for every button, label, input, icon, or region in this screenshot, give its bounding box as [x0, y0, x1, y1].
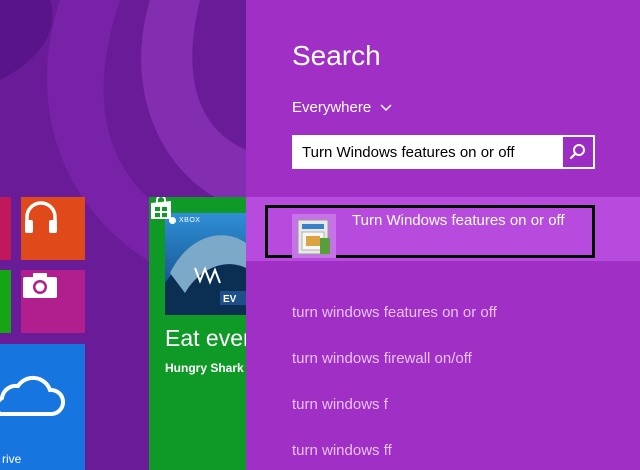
search-input[interactable]: [292, 136, 563, 168]
suggestion-item[interactable]: turn windows firewall on/off: [292, 350, 472, 367]
tile-hungry-shark[interactable]: EV XBOX Eat ever Hungry Shark: [149, 197, 246, 470]
search-charm-panel: Search Everywhere Turn Windows features …: [246, 0, 640, 470]
svg-text:EV: EV: [223, 294, 237, 305]
camera-icon: [23, 273, 57, 298]
headphones-icon: [25, 201, 57, 233]
tile-music[interactable]: [21, 197, 85, 260]
control-panel-icon: [292, 214, 336, 258]
shark-artwork: EV: [165, 235, 246, 315]
game-artwork: EV XBOX: [165, 213, 246, 315]
tile-camera[interactable]: [21, 270, 85, 333]
xbox-label: XBOX: [179, 217, 201, 224]
suggestion-item[interactable]: turn windows ff: [292, 442, 392, 459]
game-tile-subtitle: Hungry Shark: [165, 361, 244, 375]
search-button[interactable]: [563, 137, 593, 167]
search-scope-dropdown[interactable]: Everywhere: [292, 99, 392, 116]
suggestion-text: turn windows ff: [292, 442, 392, 459]
top-result-label: Turn Windows features on or off: [352, 212, 565, 229]
start-screen: rive EV XBOX Eat ever Hungry Shark: [0, 0, 246, 470]
tile-onedrive[interactable]: rive: [0, 344, 85, 470]
search-title: Search: [292, 40, 381, 71]
suggestion-text: turn windows features on or off: [292, 304, 497, 321]
suggestion-item[interactable]: turn windows features on or off: [292, 304, 497, 321]
search-box: [292, 135, 595, 169]
cloud-icon: [0, 375, 65, 416]
chevron-down-icon: [380, 103, 392, 111]
xbox-badge: XBOX: [169, 217, 200, 224]
tile-partial-green[interactable]: [0, 270, 11, 333]
search-scope-label: Everywhere: [292, 99, 372, 116]
search-icon: [569, 144, 585, 160]
suggestion-item[interactable]: turn windows f: [292, 396, 388, 413]
onedrive-tile-label: rive: [2, 452, 22, 466]
suggestion-text: turn windows firewall on/off: [292, 350, 472, 367]
tile-partial-red[interactable]: [0, 197, 11, 260]
suggestion-text: turn windows f: [292, 396, 388, 413]
game-tile-title: Eat ever: [165, 325, 246, 351]
store-icon: [151, 197, 171, 219]
top-result-item[interactable]: Turn Windows features on or off: [265, 205, 595, 258]
